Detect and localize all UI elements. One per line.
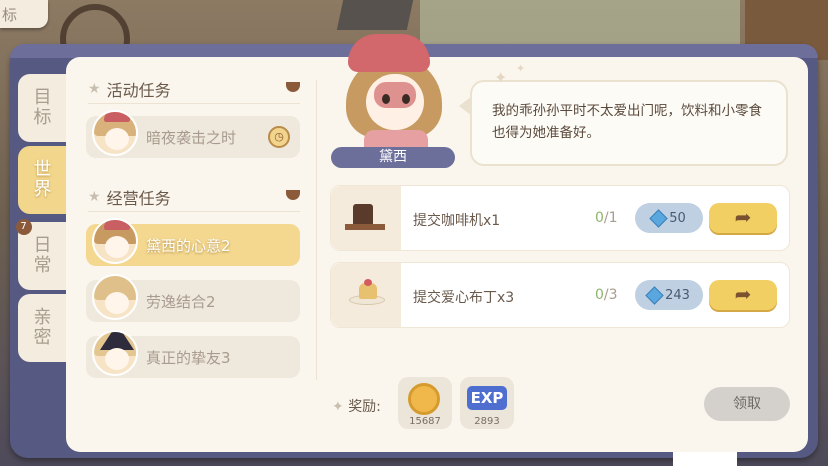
quest-progress-total: /3 [603, 287, 618, 303]
tab-daily-label: 日常 [33, 235, 53, 276]
avatar-hat [104, 220, 130, 230]
quest-progress: 0/1 [595, 210, 618, 226]
portrait-eye [402, 94, 410, 104]
quest-row: 提交爱心布丁x3 0/3 243 ➦ [330, 262, 790, 328]
wizard-hat-icon [100, 332, 134, 350]
avatar-face [105, 128, 129, 150]
exp-amount: 2893 [474, 416, 500, 427]
quest-text: 提交咖啡机x1 [413, 213, 501, 229]
tab-world-label: 世界 [33, 159, 53, 200]
tab-world[interactable]: 世界 [18, 146, 68, 214]
gem-amount: 243 [665, 287, 690, 303]
avatar-face [105, 348, 129, 370]
star-icon: ★ [88, 81, 101, 97]
tab-daily[interactable]: 7 日常 [16, 219, 68, 290]
task-label: 真正的挚友3 [146, 348, 231, 367]
exp-icon: EXP [467, 386, 507, 410]
coin-amount: 15687 [409, 416, 441, 427]
avatar-hat [104, 112, 130, 122]
exp-reward[interactable]: EXP 2893 [460, 377, 514, 429]
daily-badge: 7 [16, 219, 32, 235]
coin-reward[interactable]: 15687 [398, 377, 452, 429]
reward-label-text: 奖励: [348, 399, 381, 415]
sparkle-icon: ✦ [516, 62, 526, 75]
quest-row: 提交咖啡机x1 0/1 50 ➦ [330, 185, 790, 251]
tab-intimacy-label: 亲密 [33, 307, 53, 348]
coffee-tray [345, 224, 385, 230]
sparkle-icon: ✦ [494, 68, 508, 87]
clock-icon: ◷ [268, 126, 290, 148]
task-item-work-rest[interactable]: 劳逸结合2 [86, 274, 300, 322]
tab-goal[interactable]: 目标 [18, 74, 68, 142]
portrait-eye [382, 94, 390, 104]
section-divider [88, 211, 300, 212]
activity-section-title: ★ 活动任务 [88, 77, 171, 101]
character-avatar [92, 218, 138, 264]
pudding-heart [364, 279, 372, 286]
task-label: 劳逸结合2 [146, 292, 216, 311]
diamond-icon [645, 285, 664, 305]
gem-reward: 243 [635, 280, 703, 310]
column-divider [316, 80, 317, 380]
go-button[interactable]: ➦ [709, 203, 777, 233]
background-plank [336, 0, 414, 30]
section-divider [88, 103, 300, 104]
task-label: 暗夜袭击之时 [146, 128, 237, 147]
gem-amount: 50 [669, 210, 686, 226]
coin-icon [408, 383, 440, 415]
quest-progress: 0/3 [595, 287, 618, 303]
quest-text: 提交爱心布丁x3 [413, 290, 515, 306]
activity-section-label: 活动任务 [106, 81, 171, 100]
avatar-face [105, 292, 129, 314]
portrait-beret [348, 34, 430, 72]
pudding-icon [331, 263, 401, 327]
task-item-true-friend[interactable]: 真正的挚友3 [86, 330, 300, 378]
dialogue-text: 我的乖孙孙平时不太爱出门呢，饮料和小零食也得为她准备好。 [492, 103, 762, 141]
avatar-face [105, 236, 129, 258]
character-avatar [92, 274, 138, 320]
business-section-title: ★ 经营任务 [88, 185, 171, 209]
reward-label: ✦ 奖励: [332, 396, 381, 416]
gem-reward: 50 [635, 203, 703, 233]
top-tab[interactable]: 标 [0, 0, 48, 28]
star-icon: ★ [88, 189, 101, 205]
tab-goal-label: 目标 [33, 87, 53, 128]
character-avatar [92, 330, 138, 376]
quest-progress-value: 0 [595, 287, 604, 303]
task-item-night-raid[interactable]: 暗夜袭击之时 ◷ [86, 110, 300, 158]
character-avatar [92, 110, 138, 156]
claim-button[interactable]: 领取 [704, 387, 790, 421]
diamond-icon [649, 208, 668, 228]
character-name: 黛西 [331, 147, 455, 168]
task-label: 黛西的心意2 [146, 236, 231, 255]
portrait-face-marking [374, 82, 416, 108]
character-portrait [338, 34, 448, 150]
quest-progress-value: 0 [595, 210, 604, 226]
go-button[interactable]: ➦ [709, 280, 777, 310]
business-section-label: 经营任务 [106, 189, 171, 208]
bottom-strip [673, 452, 737, 466]
sparkle-icon: ✦ [332, 399, 349, 415]
coffee-machine-icon [331, 186, 401, 250]
tab-intimacy[interactable]: 亲密 [18, 294, 68, 362]
task-item-daisy-heart[interactable]: 黛西的心意2 [86, 218, 300, 266]
quest-progress-total: /1 [603, 210, 618, 226]
